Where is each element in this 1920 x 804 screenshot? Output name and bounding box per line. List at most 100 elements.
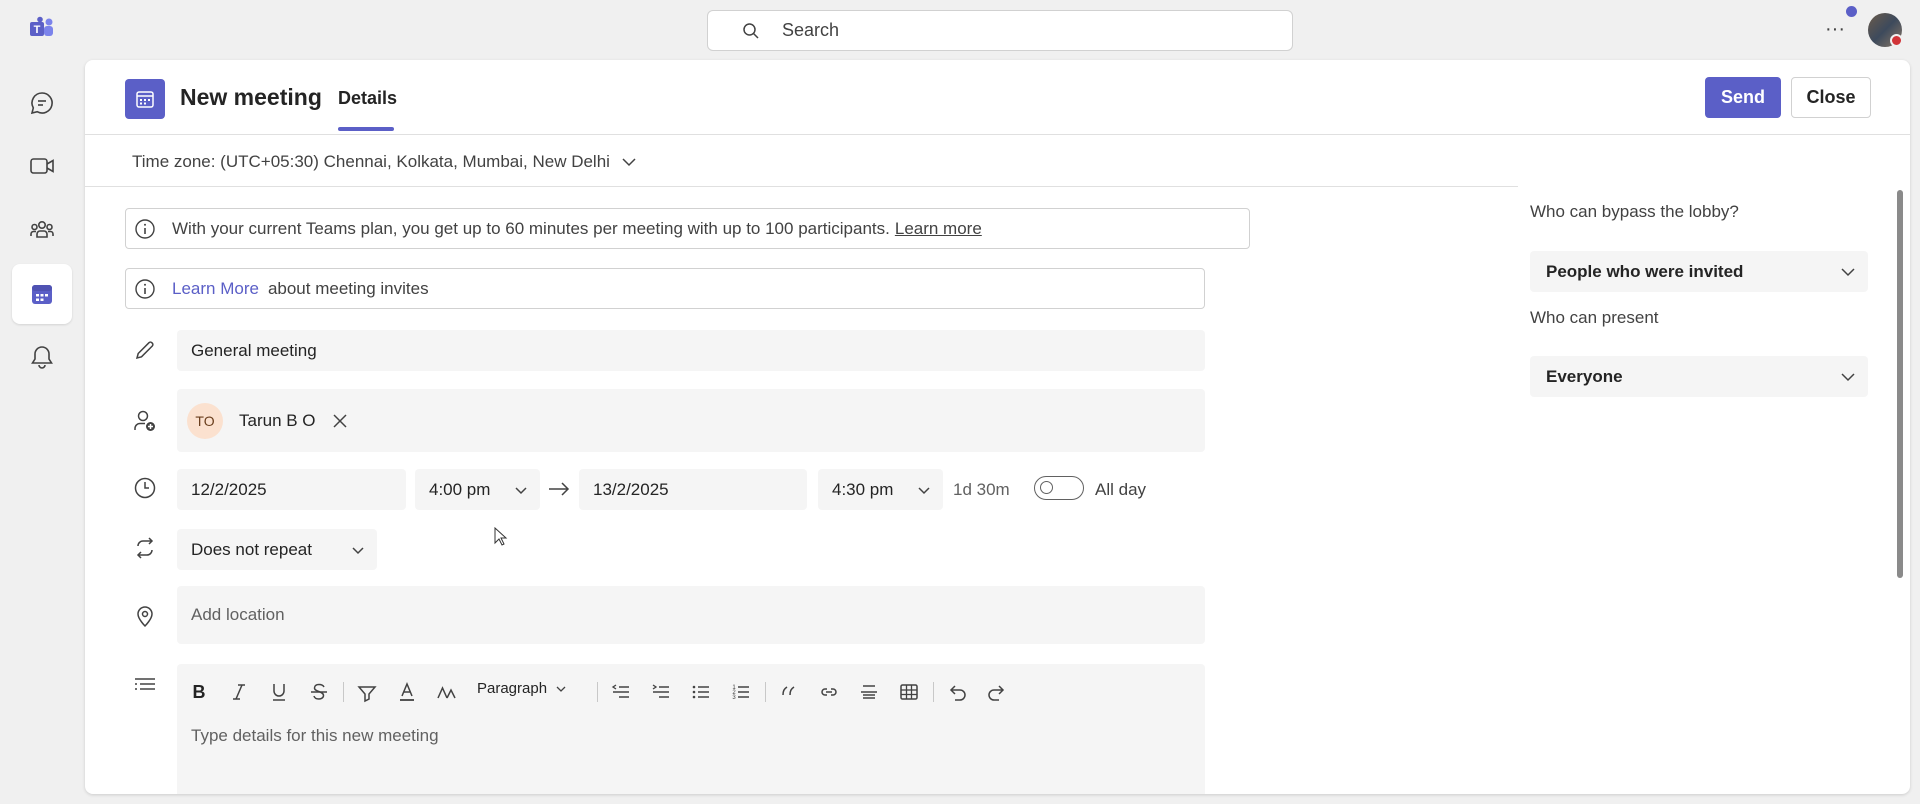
all-day-toggle-knob [1040, 481, 1053, 494]
lobby-value: People who were invited [1546, 261, 1744, 281]
increase-indent-button[interactable] [647, 678, 675, 706]
search-icon [743, 22, 759, 39]
close-button[interactable]: Close [1791, 77, 1871, 118]
chevron-down-icon [556, 686, 566, 692]
repeat-icon [136, 537, 154, 559]
bold-button[interactable]: B [185, 678, 213, 706]
numbered-list-button[interactable]: 123 [727, 678, 755, 706]
timezone-selector[interactable]: Time zone: (UTC+05:30) Chennai, Kolkata,… [132, 152, 638, 172]
chevron-down-icon [1841, 372, 1855, 381]
svg-text:3: 3 [732, 695, 736, 701]
undo-icon [949, 685, 966, 701]
quote-icon [782, 686, 795, 696]
tab-details[interactable]: Details [338, 88, 397, 109]
title-input[interactable]: General meeting [177, 330, 1205, 371]
plan-learn-more-link[interactable]: Learn more [895, 219, 982, 239]
plan-info-text: With your current Teams plan, you get up… [172, 218, 890, 238]
search-placeholder: Search [782, 20, 840, 40]
font-size-icon [437, 686, 456, 699]
redo-button[interactable] [983, 678, 1011, 706]
presenter-select[interactable]: Everyone [1530, 356, 1868, 397]
start-time-select[interactable]: 4:00 pm [415, 469, 540, 510]
remove-attendee-icon[interactable] [332, 413, 348, 429]
underline-button[interactable] [265, 678, 293, 706]
people-icon [30, 221, 54, 238]
bell-icon [31, 346, 53, 369]
send-button[interactable]: Send [1705, 77, 1781, 118]
strikethrough-button[interactable] [305, 678, 333, 706]
toolbar-divider [765, 682, 766, 702]
tab-details-indicator [338, 127, 394, 131]
end-time-select[interactable]: 4:30 pm [818, 469, 943, 510]
attendees-input[interactable]: TO Tarun B O [177, 389, 1205, 452]
undo-button[interactable] [943, 678, 971, 706]
video-icon [30, 158, 54, 174]
attendee-chip: TO Tarun B O [187, 402, 348, 439]
vertical-scrollbar[interactable] [1897, 190, 1903, 578]
teams-logo-icon: T [28, 16, 56, 42]
rail-meet-button[interactable] [12, 136, 72, 196]
details-list-icon [135, 678, 155, 690]
timezone-label: Time zone: (UTC+05:30) Chennai, Kolkata,… [132, 152, 610, 171]
rail-calendar-button[interactable] [12, 264, 72, 324]
more-options-button[interactable]: ··· [1820, 14, 1850, 44]
link-button[interactable] [815, 678, 843, 706]
horizontal-rule-icon [861, 685, 877, 699]
highlight-button[interactable] [353, 678, 381, 706]
outdent-icon [611, 684, 629, 698]
start-date-input[interactable]: 12/2/2025 [177, 469, 406, 510]
quote-button[interactable] [775, 678, 803, 706]
link-icon [821, 688, 837, 696]
font-size-button[interactable] [433, 678, 461, 706]
page-title: New meeting [180, 84, 322, 110]
underline-icon [273, 684, 285, 701]
bullet-list-icon [692, 685, 709, 699]
all-day-label: All day [1095, 480, 1147, 499]
rail-communities-button[interactable] [12, 199, 72, 259]
svg-text:B: B [193, 682, 206, 702]
new-meeting-panel: New meeting Details Send Close Time zone… [85, 60, 1910, 794]
invite-learn-more-link[interactable]: Learn More [172, 279, 259, 299]
details-placeholder: Type details for this new meeting [191, 726, 439, 745]
details-editor[interactable]: B Paragraph 1 2 3 Type details for this … [177, 664, 1205, 794]
invite-info-banner: Learn More about meeting invites [125, 268, 1205, 309]
bold-icon: B [193, 682, 206, 702]
bulleted-list-button[interactable] [687, 678, 715, 706]
decrease-indent-button[interactable] [607, 678, 635, 706]
highlighter-icon [357, 686, 377, 703]
pencil-icon [135, 341, 154, 360]
start-time-value: 4:00 pm [429, 479, 491, 499]
chevron-down-icon [352, 546, 364, 554]
app-rail: T [0, 0, 84, 804]
info-icon [135, 218, 155, 239]
rail-chat-button[interactable] [12, 73, 72, 133]
repeat-select[interactable]: Does not repeat [177, 529, 377, 570]
add-person-icon [134, 410, 155, 431]
font-color-button[interactable] [393, 678, 421, 706]
insert-table-button[interactable] [895, 678, 923, 706]
toolbar-divider [343, 682, 344, 702]
italic-button[interactable] [225, 678, 253, 706]
horizontal-rule-button[interactable] [855, 678, 883, 706]
search-box[interactable]: Search [707, 10, 1293, 51]
all-day-toggle[interactable] [1034, 476, 1084, 500]
rail-activity-button[interactable] [12, 327, 72, 387]
paragraph-style-value: Paragraph [477, 680, 548, 697]
lobby-label: Who can bypass the lobby? [1530, 202, 1739, 221]
end-date-input[interactable]: 13/2/2025 [579, 469, 807, 510]
presence-status-icon [1890, 34, 1903, 47]
info-icon [135, 278, 155, 299]
duration-label: 1d 30m [953, 480, 1010, 499]
indent-icon [652, 684, 669, 698]
italic-icon [233, 684, 245, 700]
paragraph-style-select[interactable]: Paragraph [477, 680, 567, 697]
lobby-select[interactable]: People who were invited [1530, 251, 1868, 292]
numbered-list-icon: 123 [732, 685, 749, 701]
presenter-label: Who can present [1530, 308, 1659, 327]
chat-icon [30, 92, 53, 115]
strikethrough-icon [311, 683, 327, 700]
font-color-icon [400, 682, 414, 701]
location-input[interactable]: Add location [177, 586, 1205, 644]
plan-info-banner: With your current Teams plan, you get up… [125, 208, 1250, 249]
chevron-down-icon [622, 158, 636, 167]
